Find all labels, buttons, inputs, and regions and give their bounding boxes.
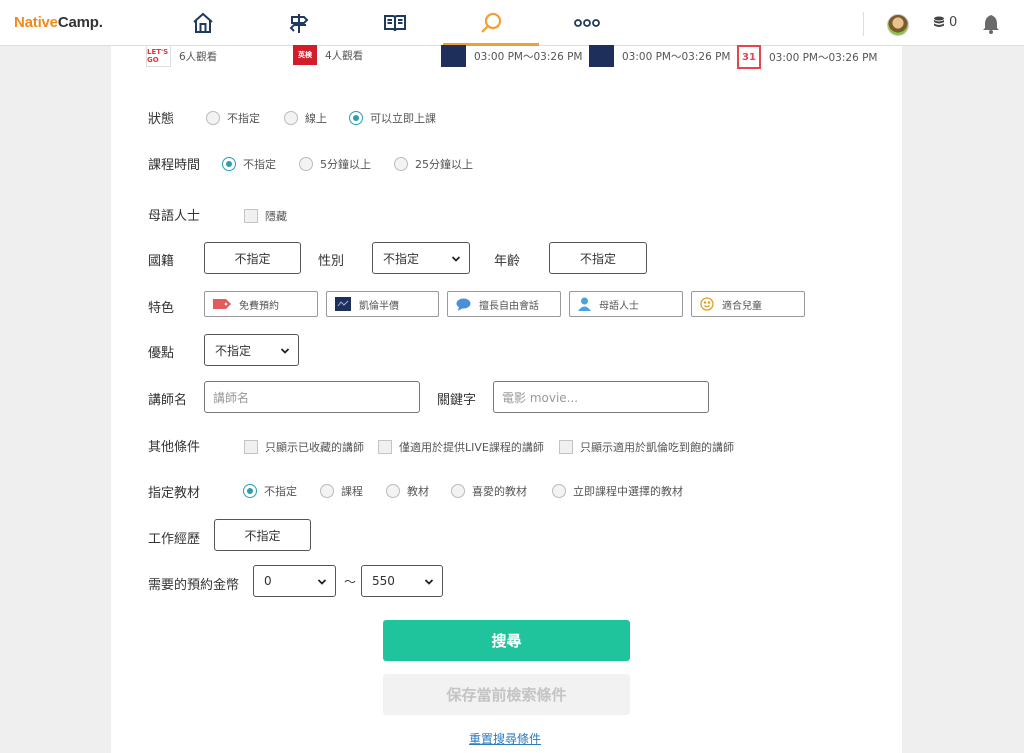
age-button[interactable]: 不指定 [549, 242, 647, 274]
save-conditions-button[interactable]: 保存當前檢索條件 [383, 674, 630, 715]
material-option-any[interactable]: 不指定 [243, 483, 297, 499]
feature-free-booking[interactable]: 免費預約 [204, 291, 318, 317]
avatar[interactable] [887, 14, 909, 36]
material-label: 指定教材 [148, 486, 201, 501]
nationality-label: 國籍 [148, 254, 175, 269]
feature-native-speaker[interactable]: 母語人士 [569, 291, 683, 317]
notification-bell[interactable] [982, 14, 1000, 38]
lets-go-thumbnail: LET'S GO [146, 45, 171, 67]
age-label: 年齡 [494, 254, 521, 269]
lesson-strip-item[interactable]: LET'S GO 6人觀看 [146, 45, 217, 67]
material-option-favorite[interactable]: 喜愛的教材 [451, 483, 527, 499]
chevron-down-icon [451, 256, 461, 262]
material-option-textbook[interactable]: 教材 [386, 483, 429, 499]
status-option-any[interactable]: 不指定 [206, 110, 260, 126]
keyword-input[interactable]: 電影 movie... [493, 381, 709, 413]
keyword-label: 關鍵字 [437, 393, 477, 408]
nav-home[interactable] [155, 0, 251, 46]
karen-unlimited-checkbox[interactable]: 只顯示適用於凱倫吃到飽的講師 [559, 439, 734, 455]
price-max-select[interactable]: 550 [361, 565, 443, 597]
hide-native-checkbox[interactable]: 隱藏 [244, 208, 287, 224]
native-speaker-label: 母語人士 [148, 209, 201, 224]
nav-signpost[interactable] [251, 0, 347, 46]
price-min-select[interactable]: 0 [253, 565, 336, 597]
status-label: 狀態 [148, 112, 175, 127]
material-option-course[interactable]: 課程 [320, 483, 363, 499]
nav-book[interactable] [347, 0, 443, 46]
merit-label: 優點 [148, 346, 175, 361]
feature-kids[interactable]: 適合兒童 [691, 291, 805, 317]
lesson-strip-item[interactable]: 英検 4人觀看 [293, 45, 363, 65]
lesson-strip-item[interactable]: 03:00 PM～03:26 PM [441, 45, 582, 67]
person-icon [578, 297, 591, 311]
material-option-instant[interactable]: 立即課程中選擇的教材 [552, 483, 683, 499]
calendar-icon: 31 [737, 45, 761, 69]
teacher-name-label: 講師名 [148, 393, 188, 408]
search-icon [481, 12, 502, 33]
chevron-down-icon [280, 348, 290, 354]
merit-select[interactable]: 不指定 [204, 334, 299, 366]
karen-icon [335, 297, 351, 311]
search-button[interactable]: 搜尋 [383, 620, 630, 661]
nationality-button[interactable]: 不指定 [204, 242, 301, 274]
teacher-name-input[interactable]: 講師名 [204, 381, 420, 413]
home-icon [193, 12, 213, 33]
duration-option-any[interactable]: 不指定 [222, 156, 276, 172]
chevron-down-icon [317, 579, 327, 585]
duration-option-25min[interactable]: 25分鐘以上 [394, 156, 473, 172]
favorites-only-checkbox[interactable]: 只顯示已收藏的講師 [244, 439, 364, 455]
lesson-strip-item[interactable]: 31 03:00 PM～03:26 PM [737, 45, 877, 69]
bell-icon [983, 15, 999, 34]
header-divider [863, 12, 864, 36]
reset-conditions-link[interactable]: 重置搜尋條件 [469, 730, 541, 747]
book-icon [384, 15, 406, 32]
price-label: 需要的預約金幣 [148, 578, 240, 593]
coin-counter[interactable]: 0 [933, 15, 957, 30]
coin-stack-icon [934, 16, 944, 27]
feature-free-conversation[interactable]: 擅長自由會話 [447, 291, 561, 317]
live-only-checkbox[interactable]: 僅適用於提供LIVE課程的講師 [378, 439, 544, 455]
course-thumbnail [441, 45, 466, 67]
native-camp-logo[interactable]: NativeCamp. [14, 14, 103, 31]
course-thumbnail [589, 45, 614, 67]
nav-more[interactable] [539, 0, 635, 46]
other-conditions-label: 其他條件 [148, 440, 201, 455]
eiken-thumbnail: 英検 [293, 45, 317, 65]
signpost-icon [289, 14, 309, 33]
gender-select[interactable]: 不指定 [372, 242, 470, 274]
duration-option-5min[interactable]: 5分鐘以上 [299, 156, 371, 172]
lesson-strip-item[interactable]: 03:00 PM～03:26 PM [589, 45, 730, 67]
work-experience-button[interactable]: 不指定 [214, 519, 311, 551]
gender-label: 性別 [318, 254, 345, 269]
status-option-available-now[interactable]: 可以立即上課 [349, 110, 436, 126]
more-dots-icon [574, 19, 600, 27]
tag-icon [213, 299, 231, 309]
nav-search[interactable] [443, 0, 539, 46]
duration-label: 課程時間 [148, 158, 201, 173]
smiley-icon [700, 297, 714, 311]
price-range-separator: ～ [344, 575, 357, 589]
feature-karen-half-price[interactable]: 凱倫半價 [326, 291, 439, 317]
top-nav-bar: NativeCamp. 0 [0, 0, 1024, 46]
features-label: 特色 [148, 301, 175, 316]
speech-bubble-icon [456, 298, 471, 311]
work-experience-label: 工作經歷 [148, 532, 201, 547]
status-option-online[interactable]: 線上 [284, 110, 327, 126]
chevron-down-icon [424, 579, 434, 585]
